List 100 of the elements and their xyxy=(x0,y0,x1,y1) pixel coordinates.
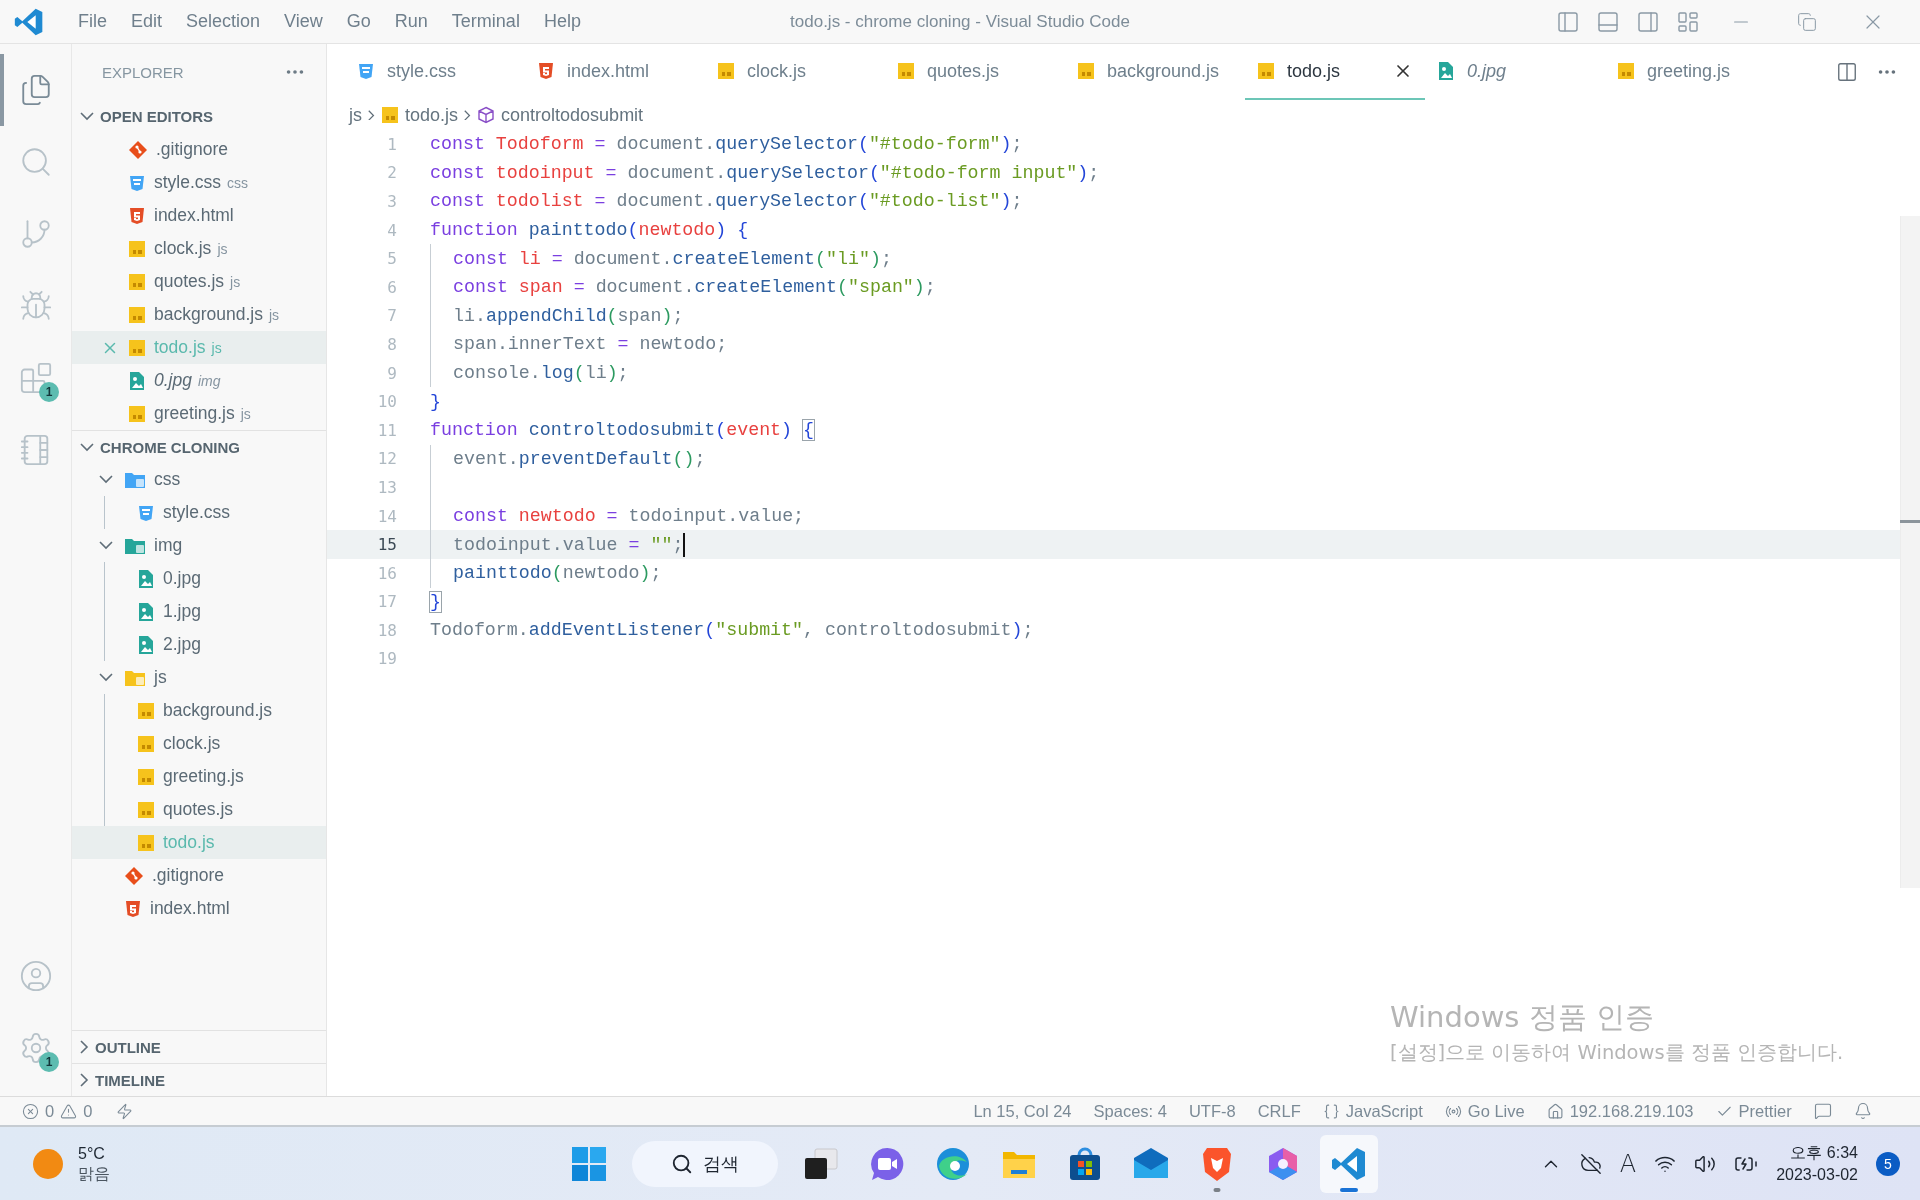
feedback-icon[interactable] xyxy=(1813,1102,1832,1120)
sidebar-toggle-icon[interactable] xyxy=(1556,9,1580,34)
scrollbar[interactable] xyxy=(1900,216,1920,888)
problems-status[interactable]: 0 0 xyxy=(22,1101,93,1121)
js-file-icon xyxy=(717,62,735,80)
file-row[interactable]: clock.js xyxy=(72,727,326,760)
notification-badge[interactable]: 5 xyxy=(1876,1151,1900,1176)
menu-item[interactable]: View xyxy=(272,11,335,32)
blocks-icon[interactable] xyxy=(18,361,53,395)
editor-tab[interactable]: quotes.js xyxy=(885,44,1065,100)
panel-toggle-icon[interactable] xyxy=(1596,9,1620,34)
editor-tab[interactable]: index.html xyxy=(525,44,705,100)
open-editor-row[interactable]: background.js js xyxy=(72,298,326,331)
bug-icon[interactable] xyxy=(18,289,53,323)
menu-item[interactable]: Help xyxy=(531,11,593,32)
folder-row[interactable]: img xyxy=(72,529,326,562)
line-number: 2 xyxy=(386,163,397,183)
editor-tab[interactable]: style.css xyxy=(345,44,525,100)
file-row[interactable]: 1.jpg xyxy=(72,595,326,628)
code-line: li.appendChild(span); xyxy=(453,305,684,326)
line-number: 6 xyxy=(386,277,397,297)
section-header[interactable]: CHROME CLONING xyxy=(72,430,326,463)
js-file-icon xyxy=(137,833,155,852)
activity-item[interactable]: 1 xyxy=(0,1012,71,1084)
html-file-icon xyxy=(537,62,555,80)
editor-tab[interactable]: todo.js xyxy=(1245,44,1425,100)
editor-tab[interactable]: greeting.js xyxy=(1605,44,1785,100)
code-line: const todoinput = document.querySelector("#todo-form input"); xyxy=(430,162,1100,183)
status-item[interactable]: Spaces: 4 xyxy=(1093,1101,1167,1121)
status-item[interactable]: Go Live xyxy=(1444,1101,1525,1121)
activity-item[interactable]: 1 xyxy=(0,342,71,414)
shield-icon[interactable] xyxy=(1201,1145,1233,1182)
sidebar-title: EXPLORER xyxy=(102,63,184,81)
task-view-icon[interactable] xyxy=(803,1145,839,1182)
search-field[interactable]: 검색 xyxy=(632,1140,778,1187)
status-item[interactable]: Prettier xyxy=(1715,1101,1792,1121)
file-row[interactable]: index.html xyxy=(72,892,326,925)
status-item[interactable]: CRLF xyxy=(1257,1101,1301,1121)
breadcrumb-item[interactable]: todo.js xyxy=(405,104,459,126)
status-item[interactable]: UTF-8 xyxy=(1188,1101,1236,1121)
file-row[interactable]: 2.jpg xyxy=(72,628,326,661)
menu-item[interactable]: Terminal xyxy=(439,11,532,32)
menu-item[interactable]: Selection xyxy=(174,11,273,32)
account-icon[interactable] xyxy=(18,959,53,993)
js-file-icon xyxy=(137,701,155,720)
js-file-icon xyxy=(128,305,146,324)
input-method[interactable]: A xyxy=(1619,1149,1637,1178)
open-editor-row[interactable]: index.html xyxy=(72,199,326,232)
breadcrumb-item[interactable]: js xyxy=(349,104,362,126)
store-bag-icon[interactable] xyxy=(1067,1145,1103,1182)
section-header[interactable]: OUTLINE xyxy=(72,1030,326,1063)
restore-icon[interactable] xyxy=(1797,11,1817,32)
secondary-sidebar-icon[interactable] xyxy=(1636,9,1660,34)
open-editor-row[interactable]: quotes.js js xyxy=(72,265,326,298)
open-editor-row[interactable]: greeting.js js xyxy=(72,397,326,430)
browser-icon[interactable] xyxy=(935,1145,971,1182)
breadcrumb-item[interactable]: controltodosubmit xyxy=(501,104,644,126)
section-header[interactable]: OPEN EDITORS xyxy=(72,100,326,133)
folder-row[interactable]: js xyxy=(72,661,326,694)
bell-icon[interactable] xyxy=(1853,1102,1872,1120)
menu-item[interactable]: Go xyxy=(334,11,383,32)
file-row[interactable]: 0.jpg xyxy=(72,562,326,595)
open-editor-row[interactable]: style.css css xyxy=(72,166,326,199)
chevron-down-icon xyxy=(99,541,113,550)
js-file-icon xyxy=(128,239,146,258)
image-file-icon xyxy=(137,634,155,655)
menu-item[interactable]: Edit xyxy=(119,11,175,32)
lightning-icon[interactable] xyxy=(116,1102,134,1120)
four-squares-icon[interactable] xyxy=(571,1145,607,1182)
status-item[interactable]: 192.168.219.103 xyxy=(1546,1101,1694,1121)
cloud-icon[interactable] xyxy=(1579,1152,1602,1175)
editor-tab[interactable]: background.js xyxy=(1065,44,1245,100)
folder-row[interactable]: css xyxy=(72,463,326,496)
file-row[interactable]: background.js xyxy=(72,694,326,727)
menu-item[interactable]: Run xyxy=(382,11,440,32)
status-item[interactable]: JavaScript xyxy=(1322,1101,1423,1121)
editor-tab[interactable]: clock.js xyxy=(705,44,885,100)
line-number: 17 xyxy=(376,592,397,612)
clock[interactable]: 오후 6:34 2023-03-02 xyxy=(1776,1143,1858,1184)
open-editor-row[interactable]: 0.jpg img xyxy=(72,364,326,397)
editor-tab[interactable]: 0.jpg xyxy=(1425,44,1605,100)
menu-item[interactable]: File xyxy=(66,11,119,32)
layout-icon[interactable] xyxy=(1676,9,1700,34)
file-row[interactable]: quotes.js xyxy=(72,793,326,826)
file-row[interactable]: style.css xyxy=(72,496,326,529)
chevron-down-icon xyxy=(99,475,113,484)
split-editor-icon[interactable] xyxy=(1836,61,1858,83)
file-row[interactable]: .gitignore xyxy=(72,859,326,892)
open-editor-row[interactable]: .gitignore xyxy=(72,133,326,166)
status-item[interactable]: Ln 15, Col 24 xyxy=(973,1101,1072,1121)
js-file-icon xyxy=(1257,62,1275,80)
code-line: const li = document.createElement("li"); xyxy=(453,248,892,269)
code-editor-icon[interactable] xyxy=(1331,1145,1367,1182)
line-number: 14 xyxy=(376,506,397,526)
video-chat-icon[interactable] xyxy=(869,1145,905,1182)
open-editor-row[interactable]: clock.js js xyxy=(72,232,326,265)
css-file-icon xyxy=(137,503,155,522)
js-file-icon xyxy=(128,404,146,423)
html-file-icon xyxy=(128,206,146,225)
file-row[interactable]: greeting.js xyxy=(72,760,326,793)
